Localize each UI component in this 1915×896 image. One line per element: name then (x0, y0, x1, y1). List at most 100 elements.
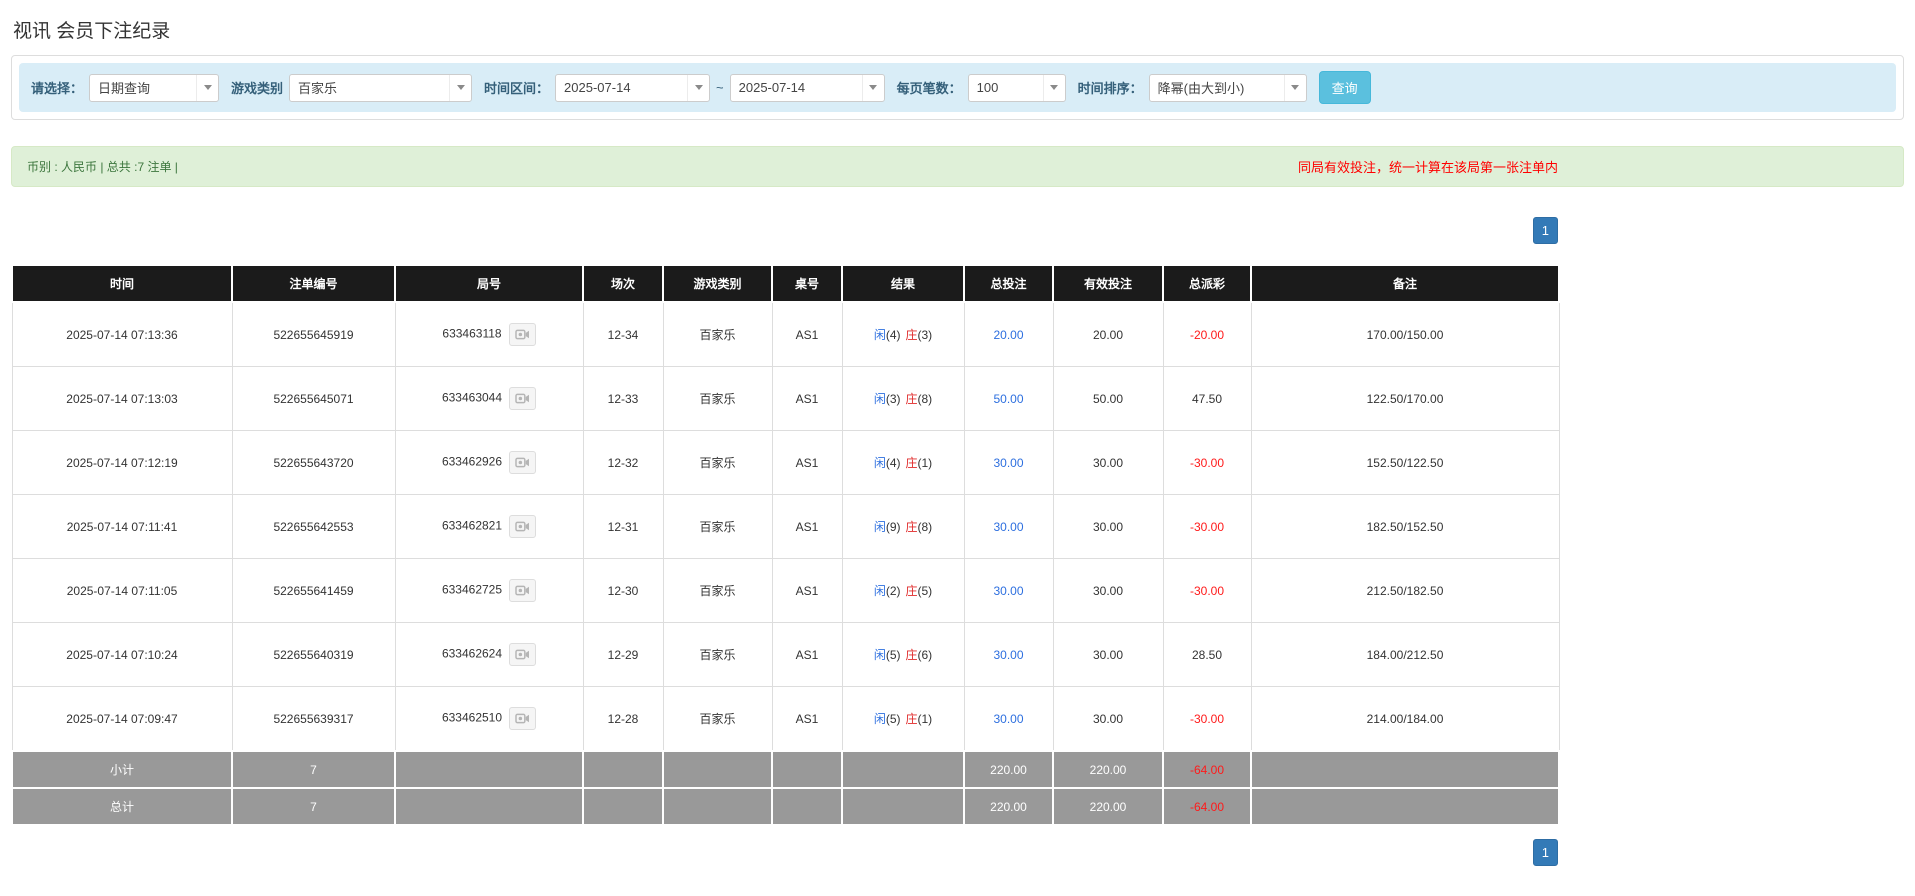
header-session: 场次 (582, 264, 664, 303)
round-id-cell: 633462821 (394, 494, 584, 559)
valid-bet-cell: 30.00 (1052, 558, 1164, 623)
banker-result-score: (3) (917, 328, 933, 342)
round-id-cell: 633462624 (394, 622, 584, 687)
player-result-score: (4) (885, 328, 901, 342)
total-bet-link[interactable]: 20.00 (993, 328, 1023, 342)
currency-summary: 币别 : 人民币 | 总共 :7 注单 | (27, 160, 178, 174)
chevron-down-icon (1042, 74, 1065, 101)
validity-note: 同局有效投注，统一计算在该局第一张注单内 (1297, 160, 1558, 175)
chevron-down-icon (196, 74, 218, 101)
film-icon (515, 713, 530, 724)
date-to-value: 2025-07-14 (738, 80, 806, 95)
round-id-cell: 633462510 (394, 686, 584, 752)
date-to-dropdown[interactable]: 2025-07-14 (729, 73, 885, 102)
film-icon (515, 649, 530, 660)
total-bet-cell: 30.00 (963, 686, 1054, 752)
banker-result-score: (1) (917, 712, 933, 726)
banker-result-label: 庄 (905, 456, 918, 470)
table-row: 2025-07-14 07:13:36 522655645919 6334631… (11, 301, 1560, 367)
film-icon (515, 521, 530, 532)
total-total-bet: 220.00 (963, 787, 1054, 826)
select-type-dropdown[interactable]: 日期查询 (89, 73, 220, 102)
session-cell: 12-30 (582, 558, 664, 623)
video-button[interactable] (509, 387, 537, 410)
header-game-type: 游戏类别 (662, 264, 773, 303)
page-size-label: 每页笔数： (896, 81, 962, 96)
page-button[interactable]: 1 (1532, 839, 1558, 866)
time-cell: 2025-07-14 07:13:36 (11, 301, 233, 367)
banker-result-label: 庄 (905, 648, 918, 662)
total-bet-link[interactable]: 30.00 (993, 520, 1023, 534)
round-id-value: 633463044 (441, 390, 503, 405)
banker-result-label: 庄 (905, 328, 918, 342)
player-result-label: 闲 (873, 648, 886, 662)
video-button[interactable] (509, 515, 537, 538)
chevron-down-icon (861, 74, 884, 101)
banker-result-score: (8) (917, 392, 933, 406)
valid-bet-cell: 50.00 (1052, 366, 1164, 431)
sort-dropdown[interactable]: 降幂(由大到小) (1148, 73, 1307, 102)
payout-cell: -30.00 (1162, 558, 1252, 623)
date-from-dropdown[interactable]: 2025-07-14 (555, 73, 711, 102)
video-button[interactable] (509, 707, 537, 730)
game-type-dropdown[interactable]: 百家乐 (289, 73, 473, 102)
pagination-top: 1 (11, 217, 1558, 244)
subtotal-total-bet: 220.00 (963, 750, 1054, 789)
table-row: 2025-07-14 07:11:41 522655642553 6334628… (11, 494, 1560, 559)
sort-label: 时间排序： (1077, 81, 1143, 96)
player-result-score: (9) (885, 520, 901, 534)
bet-id-cell: 522655641459 (231, 558, 396, 623)
valid-bet-cell: 20.00 (1052, 301, 1164, 367)
header-payout: 总派彩 (1162, 264, 1252, 303)
game-type-cell: 百家乐 (662, 686, 773, 752)
total-bet-cell: 20.00 (963, 301, 1054, 367)
video-button[interactable] (509, 643, 537, 666)
page-size-dropdown[interactable]: 100 (967, 73, 1066, 102)
video-button[interactable] (509, 579, 537, 602)
game-type-cell: 百家乐 (662, 558, 773, 623)
total-bet-link[interactable]: 30.00 (993, 584, 1023, 598)
total-bet-link[interactable]: 50.00 (993, 392, 1023, 406)
time-cell: 2025-07-14 07:12:19 (11, 430, 233, 495)
game-type-label: 游戏类别 (231, 81, 284, 96)
round-id-value: 633462510 (441, 710, 503, 725)
subtotal-payout: -64.00 (1162, 750, 1252, 789)
total-bet-cell: 30.00 (963, 430, 1054, 495)
header-round-id: 局号 (394, 264, 584, 303)
select-type-value: 日期查询 (98, 81, 151, 96)
total-bet-link[interactable]: 30.00 (993, 712, 1023, 726)
video-button[interactable] (508, 323, 536, 346)
film-icon (514, 329, 529, 340)
chevron-down-icon (449, 74, 471, 101)
total-bet-link[interactable]: 30.00 (993, 648, 1023, 662)
total-label: 总计 (11, 787, 233, 826)
game-type-value: 百家乐 (298, 81, 338, 96)
header-result: 结果 (841, 264, 965, 303)
bets-table: 时间 注单编号 局号 场次 游戏类别 桌号 结果 总投注 有效投注 总派彩 备注… (11, 264, 1560, 826)
round-id-value: 633462926 (441, 454, 503, 469)
header-total-bet: 总投注 (963, 264, 1054, 303)
round-id-value: 633463118 (442, 326, 502, 341)
banker-result-score: (8) (917, 520, 933, 534)
video-button[interactable] (509, 451, 537, 474)
remark-cell: 182.50/152.50 (1250, 494, 1560, 559)
total-bet-cell: 50.00 (963, 366, 1054, 431)
payout-cell: -20.00 (1162, 301, 1252, 367)
page: 视讯 会员下注纪录 请选择： 日期查询 游戏类别 百家乐 时间区间： 2025-… (0, 16, 1915, 866)
table-no-cell: AS1 (771, 366, 843, 431)
total-bet-link[interactable]: 30.00 (993, 456, 1023, 470)
game-type-cell: 百家乐 (662, 301, 773, 367)
player-result-label: 闲 (873, 520, 886, 534)
session-cell: 12-31 (582, 494, 664, 559)
table-row: 2025-07-14 07:10:24 522655640319 6334626… (11, 622, 1560, 687)
player-result-score: (5) (885, 648, 901, 662)
search-button[interactable]: 查询 (1318, 71, 1371, 104)
table-no-cell: AS1 (771, 430, 843, 495)
header-time: 时间 (11, 264, 233, 303)
total-count: 7 (231, 787, 396, 826)
banker-result-score: (1) (917, 456, 933, 470)
page-button[interactable]: 1 (1532, 217, 1558, 244)
player-result-score: (4) (885, 456, 901, 470)
bet-id-cell: 522655645919 (231, 301, 396, 367)
total-valid-bet: 220.00 (1052, 787, 1164, 826)
